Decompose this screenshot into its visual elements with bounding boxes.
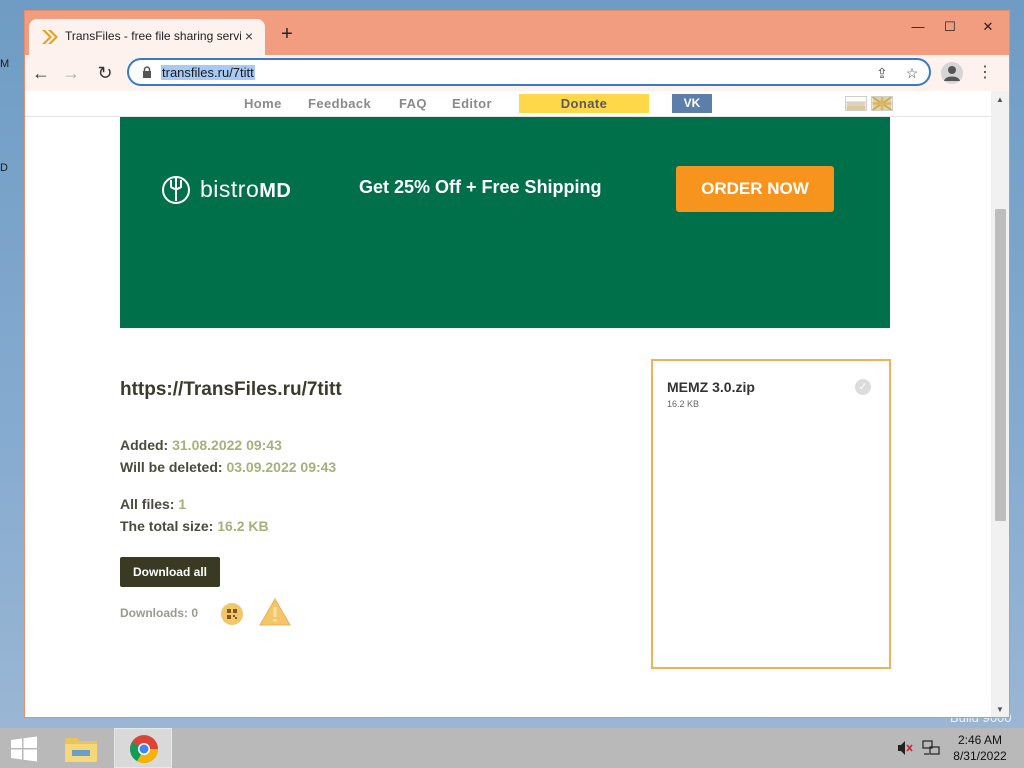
ad-brand-name: bistroMD: [200, 176, 292, 202]
system-clock[interactable]: 2:46 AM 8/31/2022: [950, 732, 1010, 764]
transfiles-favicon-icon: [42, 30, 58, 44]
nav-link-home[interactable]: Home: [244, 96, 282, 111]
windows-start-icon[interactable]: [10, 736, 38, 762]
added-date: Added: 31.08.2022 09:43: [120, 437, 282, 453]
file-name[interactable]: MEMZ 3.0.zip: [667, 379, 755, 395]
close-window-button[interactable]: ✕: [975, 17, 1001, 37]
russian-flag-icon[interactable]: [845, 96, 867, 111]
total-size: The total size: 16.2 KB: [120, 518, 269, 534]
page-content: Home Feedback FAQ Editor Donate VK bistr…: [25, 91, 991, 717]
tab-close-icon[interactable]: ×: [241, 28, 257, 44]
browser-toolbar: ← → ↻ transfiles.ru/7titt ⇪ ☆ ⋮: [25, 55, 1009, 91]
nav-link-editor[interactable]: Editor: [452, 96, 492, 111]
browser-tab[interactable]: TransFiles - free file sharing servi ×: [29, 19, 265, 55]
forward-button[interactable]: →: [59, 61, 83, 85]
deletion-date: Will be deleted: 03.09.2022 09:43: [120, 459, 337, 475]
network-icon[interactable]: [922, 740, 940, 756]
scroll-up-arrow-icon[interactable]: ▲: [991, 93, 1009, 107]
download-all-button[interactable]: Download all: [120, 557, 220, 587]
nav-link-faq[interactable]: FAQ: [399, 96, 427, 111]
chrome-icon: [130, 735, 158, 763]
bookmark-star-icon[interactable]: ☆: [903, 64, 921, 82]
minimize-button[interactable]: —: [905, 17, 931, 37]
windows-taskbar: 2:46 AM 8/31/2022: [0, 728, 1024, 768]
clock-date: 8/31/2022: [953, 749, 1007, 763]
donate-button[interactable]: Donate: [519, 94, 649, 113]
address-bar[interactable]: transfiles.ru/7titt ⇪ ☆: [127, 58, 931, 86]
address-url[interactable]: transfiles.ru/7titt: [161, 65, 255, 80]
new-tab-button[interactable]: +: [277, 24, 297, 44]
share-link-title[interactable]: https://TransFiles.ru/7titt: [120, 379, 342, 401]
vk-link[interactable]: VK: [672, 94, 712, 113]
profile-avatar-icon[interactable]: [941, 62, 963, 84]
tab-strip: TransFiles - free file sharing servi × +…: [25, 11, 1009, 55]
back-button[interactable]: ←: [29, 61, 53, 85]
file-count: All files: 1: [120, 496, 187, 512]
browser-window: TransFiles - free file sharing servi × +…: [24, 10, 1010, 718]
ad-tagline: Get 25% Off + Free Shipping: [359, 177, 602, 197]
bistromd-logo-icon: [162, 176, 190, 204]
share-icon[interactable]: ⇪: [873, 64, 891, 82]
volume-muted-icon[interactable]: [896, 740, 914, 756]
clock-time: 2:46 AM: [957, 733, 1003, 747]
qr-code-icon[interactable]: [221, 603, 243, 625]
uk-flag-icon[interactable]: [871, 96, 893, 111]
reload-button[interactable]: ↻: [93, 61, 117, 85]
folder-icon: [65, 738, 97, 762]
browser-menu-button[interactable]: ⋮: [975, 61, 995, 85]
report-warning-icon[interactable]: [259, 597, 291, 627]
lock-icon: [143, 66, 151, 78]
file-size: 16.2 KB: [667, 399, 700, 409]
scroll-down-arrow-icon[interactable]: ▼: [991, 703, 1009, 717]
check-icon[interactable]: ✓: [855, 379, 871, 395]
taskbar-chrome[interactable]: [114, 728, 172, 768]
maximize-button[interactable]: ☐: [937, 17, 963, 37]
person-icon: [944, 66, 960, 81]
desktop-icon-label-fragment: M: [0, 58, 10, 70]
taskbar-file-explorer[interactable]: [52, 728, 110, 768]
downloads-counter: Downloads: 0: [120, 606, 199, 620]
site-navigation: Home Feedback FAQ Editor Donate VK: [25, 91, 991, 117]
ad-order-now-button[interactable]: ORDER NOW: [676, 166, 834, 212]
nav-link-feedback[interactable]: Feedback: [308, 96, 371, 111]
page-scrollbar[interactable]: ▲ ▼: [991, 91, 1009, 717]
tab-title: TransFiles - free file sharing servi: [65, 29, 241, 43]
desktop-icon-label-fragment: D: [0, 162, 8, 174]
scrollbar-thumb[interactable]: [995, 209, 1006, 521]
advertisement-banner[interactable]: bistroMD Get 25% Off + Free Shipping ORD…: [120, 117, 890, 328]
file-list-panel: MEMZ 3.0.zip 16.2 KB ✓: [651, 359, 891, 669]
